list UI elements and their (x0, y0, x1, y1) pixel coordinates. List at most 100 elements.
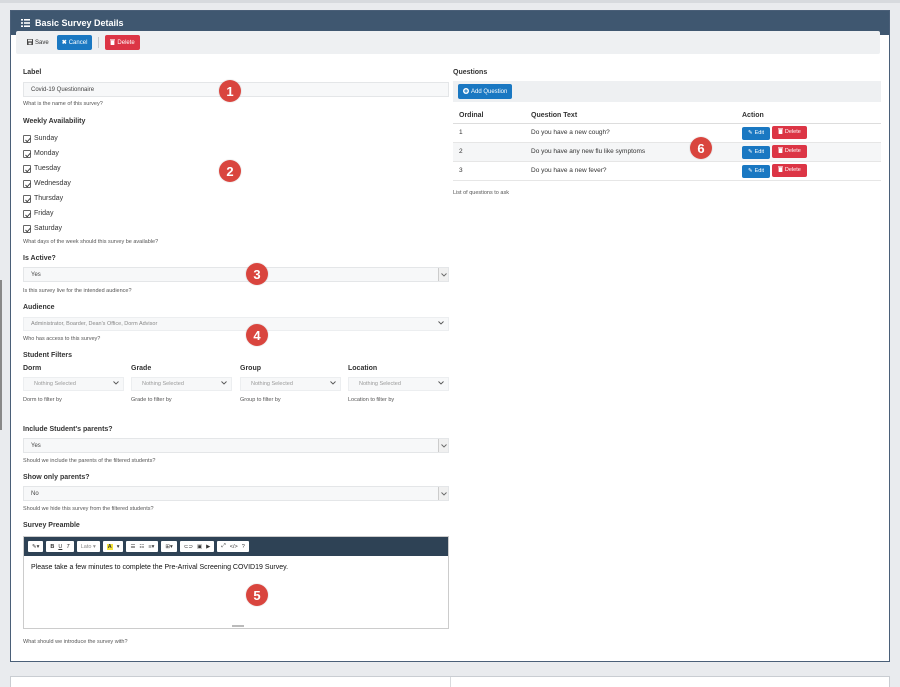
edit-question-button[interactable]: ✎ Edit (742, 126, 771, 140)
delete-label: Delete (784, 129, 801, 135)
delete-label: Delete (784, 167, 801, 173)
top-strip (0, 0, 900, 3)
help-icon[interactable]: ? (242, 544, 245, 550)
weekly-availability-heading: Weekly Availability (23, 118, 86, 125)
group-filter-select[interactable]: Nothing Selected (240, 377, 341, 391)
list-icon (21, 19, 30, 27)
day-checkbox-thursday[interactable]: Thursday (23, 191, 71, 206)
day-label: Friday (34, 210, 54, 217)
day-checkbox-monday[interactable]: Monday (23, 146, 71, 161)
day-checkbox-saturday[interactable]: Saturday (23, 221, 71, 236)
column-header: Question Text (531, 109, 742, 124)
check-icon (23, 224, 31, 233)
chevron-down-icon[interactable]: ▾ (117, 544, 120, 550)
editor-resize-handle[interactable] (232, 625, 244, 627)
table-icon[interactable]: ⊞▾ (165, 544, 172, 550)
delete-button[interactable]: Delete (105, 35, 140, 50)
delete-question-button[interactable]: Delete (771, 144, 807, 158)
annotation-badge-2: 2 (219, 160, 241, 182)
cancel-button[interactable]: ✖ Cancel (56, 35, 93, 50)
dorm-filter-select[interactable]: Nothing Selected (23, 377, 124, 391)
chevron-down-icon (113, 381, 119, 387)
save-label: Save (35, 39, 49, 46)
chevron-down-icon (438, 381, 444, 387)
bold-icon[interactable]: B (50, 544, 54, 550)
form-toolbar: Save ✖ Cancel Delete (16, 31, 880, 54)
save-icon (27, 38, 33, 47)
location-filter-select[interactable]: Nothing Selected (348, 377, 449, 391)
delete-question-button[interactable]: Delete (771, 163, 807, 177)
bullet-list-icon[interactable]: ☰ (130, 544, 135, 550)
questions-help: List of questions to ask (453, 190, 509, 196)
day-checkbox-tuesday[interactable]: Tuesday (23, 161, 71, 176)
preamble-text[interactable]: Please take a few minutes to complete th… (24, 556, 448, 579)
annotation-badge-6: 6 (690, 137, 712, 159)
action-cell: ✎ Edit Delete (742, 123, 881, 143)
edit-question-button[interactable]: ✎ Edit (742, 145, 771, 159)
audience-multiselect[interactable]: Administrator, Boarder, Dean's Office, D… (23, 317, 449, 331)
chevron-down-icon (438, 268, 448, 281)
font-family-label: Lato (80, 543, 92, 550)
preamble-heading: Survey Preamble (23, 522, 80, 529)
table-row: 2 Do you have any new flu like symptoms … (453, 142, 881, 162)
add-question-button[interactable]: Add Question (458, 84, 513, 99)
editor-color-group: A ▾ (102, 541, 124, 552)
fullscreen-icon[interactable]: ⤢ (221, 543, 225, 550)
questions-toolbar: Add Question (453, 81, 881, 102)
cancel-label: Cancel (68, 39, 88, 46)
only-parents-select[interactable]: No (23, 486, 449, 501)
magic-wand-icon[interactable]: ✎▾ (32, 544, 39, 550)
edit-label: Edit (754, 130, 765, 136)
audience-help: Who has access to this survey? (23, 336, 101, 342)
day-checkbox-sunday[interactable]: Sunday (23, 131, 71, 146)
numbered-list-icon[interactable]: ☷ (139, 544, 144, 550)
column-header: Ordinal (453, 109, 531, 124)
location-filter-help: Location to filter by (348, 397, 395, 403)
weekly-help: What days of the week should this survey… (23, 239, 159, 245)
day-checkbox-friday[interactable]: Friday (23, 206, 71, 221)
chevron-down-icon (438, 439, 448, 452)
group-filter-value: Nothing Selected (251, 381, 293, 387)
editor-para-group: ☰ ☷ ≡▾ (126, 541, 159, 552)
check-icon (23, 194, 31, 203)
check-icon (23, 209, 31, 218)
student-filters-heading: Student Filters (23, 352, 73, 359)
action-cell: ✎ Edit Delete (742, 161, 881, 181)
include-parents-help: Should we include the parents of the fil… (23, 458, 156, 464)
day-label: Wednesday (34, 180, 71, 187)
table-row: 1 Do you have a new cough? ✎ Edit Delete (453, 123, 881, 143)
picture-icon[interactable]: ▣ (197, 544, 202, 550)
edit-icon: ✎ (748, 168, 753, 174)
group-filter-heading: Group (240, 365, 261, 372)
day-label: Sunday (34, 135, 58, 142)
include-parents-select[interactable]: Yes (23, 438, 449, 453)
video-icon[interactable]: ▶ (206, 544, 210, 550)
save-button[interactable]: Save (22, 35, 54, 50)
close-icon: ✖ (61, 40, 67, 46)
is-active-select[interactable]: Yes (23, 267, 449, 282)
delete-question-button[interactable]: Delete (771, 125, 807, 139)
code-view-icon[interactable]: </> (230, 544, 238, 550)
left-edge-accent (0, 280, 2, 430)
clear-format-icon[interactable]: T (66, 544, 69, 550)
grade-filter-select[interactable]: Nothing Selected (131, 377, 232, 391)
check-icon (23, 149, 31, 158)
audience-value: Administrator, Boarder, Dean's Office, D… (31, 321, 158, 327)
text-color-icon[interactable]: A (106, 543, 113, 550)
grade-filter-value: Nothing Selected (142, 381, 184, 387)
editor-style-group: ✎▾ (28, 541, 44, 552)
paragraph-align-icon[interactable]: ≡▾ (148, 544, 154, 550)
label-heading: Label (23, 69, 42, 76)
underline-icon[interactable]: U (58, 544, 62, 550)
day-label: Tuesday (34, 165, 61, 172)
table-header-row: Ordinal Question Text Action (453, 109, 881, 124)
location-filter-heading: Location (348, 365, 378, 372)
editor-insert-group: ⊂⊃ ▣ ▶ (179, 541, 215, 552)
edit-label: Edit (754, 168, 765, 174)
is-active-help: Is this survey live for the intended aud… (23, 288, 132, 294)
edit-question-button[interactable]: ✎ Edit (742, 164, 771, 178)
link-icon[interactable]: ⊂⊃ (184, 544, 193, 550)
font-family-select[interactable]: Lato ▾ (81, 544, 96, 550)
day-checkbox-wednesday[interactable]: Wednesday (23, 176, 71, 191)
annotation-badge-3: 3 (246, 263, 268, 285)
